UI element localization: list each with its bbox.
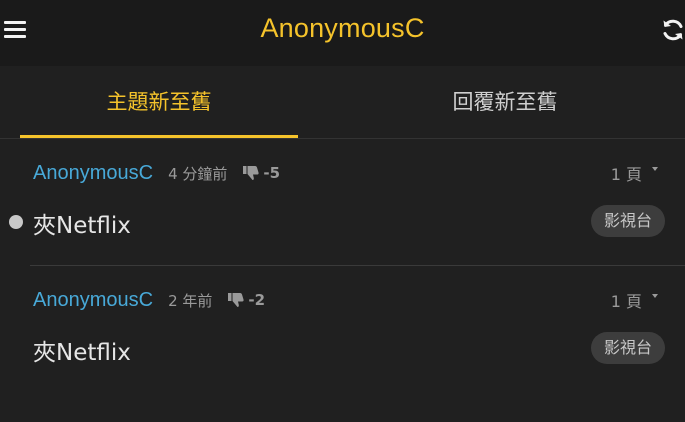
active-tab-indicator [20, 135, 298, 138]
caret-down-icon [652, 167, 658, 171]
thread-meta: AnonymousC 2 年前 -2 [33, 288, 265, 312]
score-value: -5 [263, 164, 281, 182]
thread-list: AnonymousC 4 分鐘前 -5 1 頁 夾Netflix 影視台 Ano… [0, 139, 685, 422]
refresh-icon[interactable] [660, 17, 685, 43]
thumbs-down-icon [228, 293, 244, 307]
caret-down-icon [652, 294, 658, 298]
page-count-dropdown[interactable]: 1 頁 [611, 288, 658, 312]
author-name[interactable]: AnonymousC [33, 162, 153, 185]
category-tag[interactable]: 影視台 [590, 332, 665, 364]
post-time: 2 年前 [168, 291, 213, 310]
top-app-bar: AnonymousC [0, 0, 685, 66]
score: -5 [243, 164, 280, 182]
thread-title[interactable]: 夾Netflix [33, 206, 131, 240]
thumbs-down-icon [243, 166, 259, 180]
post-time: 4 分鐘前 [168, 164, 228, 183]
category-tag[interactable]: 影視台 [590, 205, 665, 237]
score-value: -2 [248, 291, 266, 309]
unread-dot-icon [9, 215, 23, 229]
author-name[interactable]: AnonymousC [33, 289, 153, 312]
page-count-dropdown[interactable]: 1 頁 [611, 161, 658, 185]
thread-meta: AnonymousC 4 分鐘前 -5 [33, 161, 280, 185]
page-count: 1 頁 [610, 292, 642, 311]
page-title: AnonymousC [260, 13, 425, 43]
sort-tabs: 主題新至舊 回覆新至舊 [0, 66, 685, 139]
thread-item[interactable]: AnonymousC 2 年前 -2 1 頁 夾Netflix 影視台 [0, 266, 685, 392]
thread-title[interactable]: 夾Netflix [33, 333, 131, 367]
score: -2 [228, 291, 265, 309]
tab-topic-newest[interactable]: 主題新至舊 [20, 66, 298, 138]
page-count: 1 頁 [610, 165, 642, 184]
tab-reply-newest[interactable]: 回覆新至舊 [370, 66, 640, 138]
thread-item[interactable]: AnonymousC 4 分鐘前 -5 1 頁 夾Netflix 影視台 [0, 139, 685, 266]
